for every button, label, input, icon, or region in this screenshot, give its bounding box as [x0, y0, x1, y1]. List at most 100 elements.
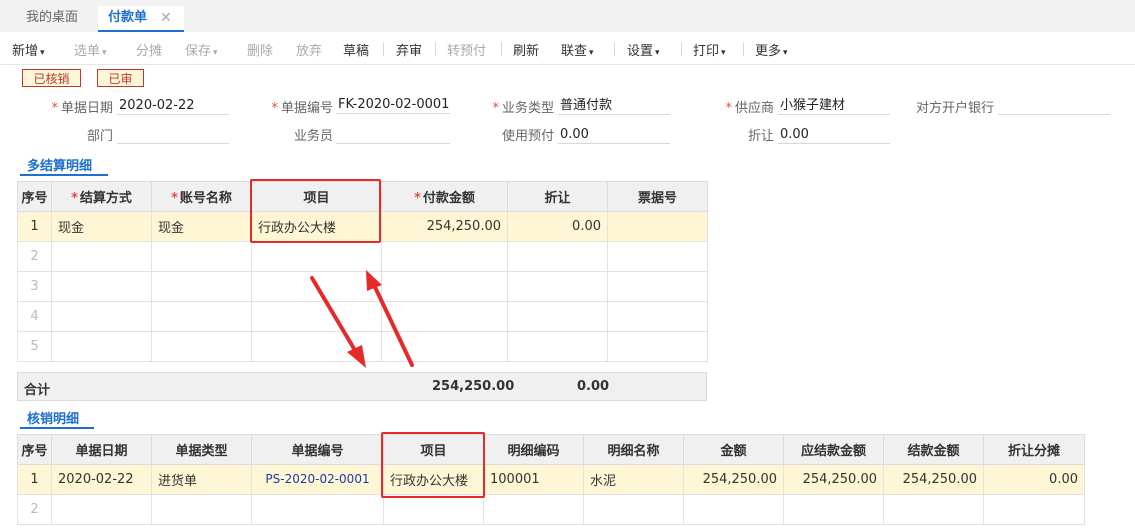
dept-field[interactable]: [117, 126, 229, 144]
table-cell[interactable]: [983, 494, 1085, 525]
table-cell[interactable]: [883, 494, 984, 525]
col-due-amount[interactable]: 应结款金额: [783, 434, 884, 465]
discount-field[interactable]: 0.00: [778, 126, 890, 144]
table-cell[interactable]: [507, 301, 608, 332]
col-voucher-no[interactable]: 单据编号: [251, 434, 384, 465]
table-cell[interactable]: [151, 241, 252, 272]
col-project[interactable]: 项目: [251, 181, 382, 212]
table-cell[interactable]: [783, 494, 884, 525]
table-cell[interactable]: [51, 331, 152, 362]
col-bill-no[interactable]: 票据号: [607, 181, 708, 212]
table-row[interactable]: 2: [17, 494, 1085, 525]
tab-payment-voucher[interactable]: 付款单 ✕: [98, 6, 184, 32]
biz-type-field[interactable]: 普通付款: [558, 97, 670, 115]
cell-project[interactable]: 行政办公大楼: [251, 211, 382, 242]
col-detail-code[interactable]: 明细编码: [483, 434, 584, 465]
cell-discount-share[interactable]: 0.00: [983, 464, 1085, 495]
table-cell[interactable]: [607, 301, 708, 332]
col-settle-method[interactable]: * 结算方式: [51, 181, 152, 212]
table-cell[interactable]: [151, 271, 252, 302]
table-row[interactable]: 4: [17, 301, 708, 332]
cell-paid-amount[interactable]: 254,250.00: [883, 464, 984, 495]
table-cell[interactable]: [251, 241, 382, 272]
col-voucher-date[interactable]: 单据日期: [51, 434, 152, 465]
split-button[interactable]: 分摊: [136, 40, 162, 59]
cell-voucher-no[interactable]: PS-2020-02-0001: [251, 464, 384, 495]
cell-due-amount[interactable]: 254,250.00: [783, 464, 884, 495]
add-button[interactable]: 新增 ▾: [12, 40, 45, 59]
to-prepay-button[interactable]: 转预付: [447, 40, 486, 59]
staff-field[interactable]: [336, 126, 450, 144]
table-cell[interactable]: [507, 331, 608, 362]
col-paid-amount[interactable]: 结款金额: [883, 434, 984, 465]
link-query-button[interactable]: 联查 ▾: [561, 40, 594, 59]
table-row[interactable]: 1 2020-02-22 进货单 PS-2020-02-0001 行政办公大楼 …: [17, 464, 1085, 495]
draft-button[interactable]: 草稿: [343, 40, 369, 59]
unaudit-button[interactable]: 弃审: [396, 40, 422, 59]
table-row[interactable]: 1 现金 现金 行政办公大楼 254,250.00 0.00: [17, 211, 708, 242]
col-pay-amount[interactable]: * 付款金额: [381, 181, 508, 212]
table-cell[interactable]: [381, 241, 508, 272]
supplier-field[interactable]: 小猴子建材: [778, 97, 890, 115]
table-cell[interactable]: [507, 271, 608, 302]
table-cell[interactable]: [607, 271, 708, 302]
table-cell[interactable]: [583, 494, 684, 525]
abandon-button[interactable]: 放弃: [296, 40, 322, 59]
table-cell[interactable]: [381, 301, 508, 332]
save-button[interactable]: 保存 ▾: [185, 40, 218, 59]
cell-voucher-type[interactable]: 进货单: [151, 464, 252, 495]
table-cell[interactable]: [381, 271, 508, 302]
print-button[interactable]: 打印 ▾: [693, 40, 726, 59]
table-row[interactable]: 5: [17, 331, 708, 362]
col-detail-name[interactable]: 明细名称: [583, 434, 684, 465]
table-cell[interactable]: [483, 494, 584, 525]
select-button[interactable]: 选单 ▾: [74, 40, 107, 59]
table-cell[interactable]: [251, 271, 382, 302]
col-voucher-type[interactable]: 单据类型: [151, 434, 252, 465]
more-button[interactable]: 更多 ▾: [755, 40, 788, 59]
table-cell[interactable]: [383, 494, 484, 525]
table-cell[interactable]: [607, 241, 708, 272]
col-discount[interactable]: 折让: [507, 181, 608, 212]
col-discount-share[interactable]: 折让分摊: [983, 434, 1085, 465]
table-cell[interactable]: [151, 331, 252, 362]
table-cell[interactable]: [381, 331, 508, 362]
table-cell[interactable]: [507, 241, 608, 272]
table-cell[interactable]: [607, 331, 708, 362]
cell-voucher-date[interactable]: 2020-02-22: [51, 464, 152, 495]
cell-amount[interactable]: 254,250.00: [683, 464, 784, 495]
voucher-no-field[interactable]: FK-2020-02-0001: [336, 96, 450, 114]
close-icon[interactable]: ✕: [160, 6, 172, 30]
tab-my-desktop[interactable]: 我的桌面: [26, 6, 78, 32]
prepay-field[interactable]: 0.00: [558, 126, 670, 144]
table-cell[interactable]: [51, 241, 152, 272]
col-project[interactable]: 项目: [383, 434, 484, 465]
table-cell[interactable]: [151, 301, 252, 332]
table-cell[interactable]: [683, 494, 784, 525]
bank-field[interactable]: [998, 97, 1110, 115]
table-cell[interactable]: [51, 494, 152, 525]
cell-detail-code[interactable]: 100001: [483, 464, 584, 495]
col-amount[interactable]: 金额: [683, 434, 784, 465]
cell-bill-no[interactable]: [607, 211, 708, 242]
table-cell[interactable]: [251, 494, 384, 525]
settings-button[interactable]: 设置 ▾: [627, 40, 660, 59]
table-cell[interactable]: [251, 331, 382, 362]
table-cell[interactable]: [251, 301, 382, 332]
table-cell[interactable]: [51, 271, 152, 302]
voucher-no-link[interactable]: PS-2020-02-0001: [265, 472, 369, 486]
cell-discount[interactable]: 0.00: [507, 211, 608, 242]
table-row[interactable]: 3: [17, 271, 708, 302]
cell-pay-amount[interactable]: 254,250.00: [381, 211, 508, 242]
table-row[interactable]: 2: [17, 241, 708, 272]
refresh-button[interactable]: 刷新: [513, 40, 539, 59]
cell-account-name[interactable]: 现金: [151, 211, 252, 242]
cell-settle-method[interactable]: 现金: [51, 211, 152, 242]
date-field[interactable]: 2020-02-22: [117, 97, 229, 115]
table-cell[interactable]: [51, 301, 152, 332]
cell-project[interactable]: 行政办公大楼: [383, 464, 484, 495]
delete-button[interactable]: 删除: [247, 40, 273, 59]
table-cell[interactable]: [151, 494, 252, 525]
col-account-name[interactable]: * 账号名称: [151, 181, 252, 212]
cell-detail-name[interactable]: 水泥: [583, 464, 684, 495]
